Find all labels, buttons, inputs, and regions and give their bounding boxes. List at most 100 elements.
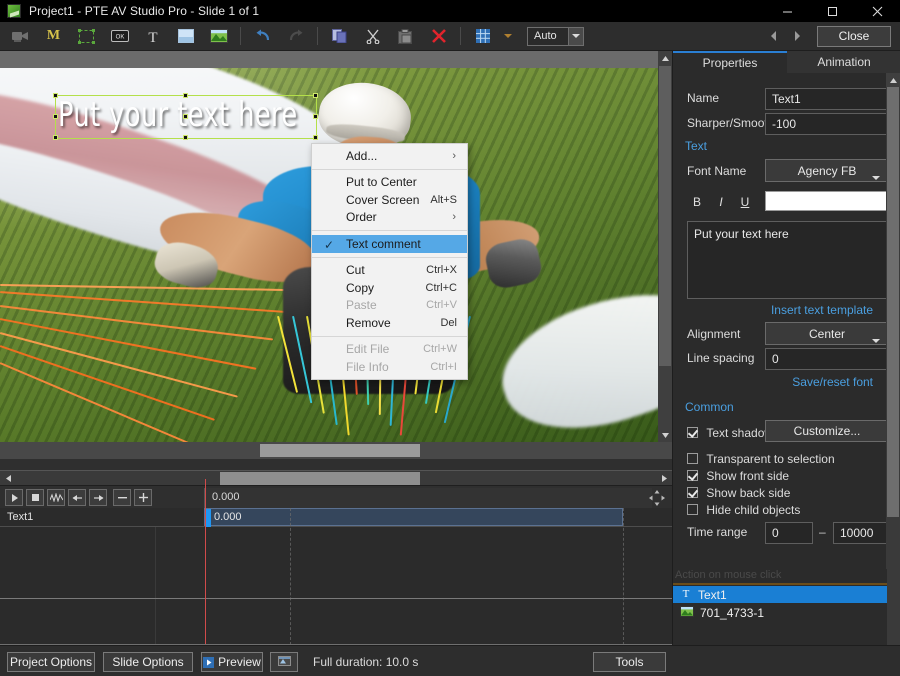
timeline-scroll-thumb[interactable] bbox=[220, 472, 420, 485]
transparent-to-selection-checkbox[interactable]: Transparent to selection bbox=[687, 451, 835, 466]
timeline-scrollbar[interactable] bbox=[0, 470, 672, 486]
menu-item-put-to-center[interactable]: Put to Center bbox=[312, 174, 467, 192]
play-icon[interactable] bbox=[5, 489, 23, 506]
resize-handle-w[interactable] bbox=[53, 114, 58, 119]
resize-handle-n[interactable] bbox=[183, 93, 188, 98]
menu-item-copy[interactable]: Copy Ctrl+C bbox=[312, 279, 467, 297]
properties-scroll-up-arrow[interactable] bbox=[886, 73, 900, 87]
save-reset-font-link[interactable]: Save/reset font bbox=[792, 375, 873, 389]
delete-x-icon[interactable] bbox=[422, 23, 455, 50]
canvas-horizontal-scrollbar[interactable] bbox=[0, 442, 672, 459]
tab-animation[interactable]: Animation bbox=[787, 51, 900, 73]
slide-options-button[interactable]: Slide Options bbox=[103, 652, 193, 672]
preview-button[interactable]: Preview bbox=[201, 652, 263, 672]
insert-text-template-link[interactable]: Insert text template bbox=[771, 303, 873, 317]
time-range-to-input[interactable]: 10000 bbox=[833, 522, 889, 544]
menu-item-order[interactable]: Order › bbox=[312, 209, 467, 227]
font-color-swatch[interactable] bbox=[765, 191, 889, 211]
properties-scrollbar[interactable] bbox=[886, 73, 900, 569]
resize-handle-se[interactable] bbox=[313, 135, 318, 140]
timeline-scroll-right-arrow[interactable] bbox=[658, 472, 670, 485]
timeline-track-row[interactable]: Text1 0.000 bbox=[0, 508, 672, 527]
timeline-resize-handle[interactable] bbox=[648, 489, 668, 507]
hide-child-objects-checkbox[interactable]: Hide child objects bbox=[687, 502, 800, 517]
image-object-icon bbox=[680, 605, 694, 620]
resize-handle-e[interactable] bbox=[313, 114, 318, 119]
resize-handle-sw[interactable] bbox=[53, 135, 58, 140]
minimize-button[interactable] bbox=[765, 0, 810, 22]
bold-button[interactable]: B bbox=[691, 195, 703, 209]
line-spacing-input[interactable]: 0 bbox=[765, 348, 889, 370]
project-options-button[interactable]: Project Options bbox=[7, 652, 95, 672]
next-keyframe-icon[interactable] bbox=[89, 489, 107, 506]
add-text-icon[interactable]: T bbox=[136, 23, 169, 50]
canvas-horizontal-thumb[interactable] bbox=[260, 444, 420, 457]
menu-item-cut[interactable]: Cut Ctrl+X bbox=[312, 262, 467, 280]
zoom-in-icon[interactable] bbox=[134, 489, 152, 506]
grid-dropdown-icon[interactable] bbox=[499, 23, 517, 50]
name-input[interactable]: Text1 bbox=[765, 88, 889, 110]
cut-scissors-icon[interactable] bbox=[356, 23, 389, 50]
canvas-vertical-scrollbar[interactable] bbox=[658, 51, 672, 442]
duplicate-icon[interactable] bbox=[323, 23, 356, 50]
menu-item-cover-screen[interactable]: Cover Screen Alt+S bbox=[312, 191, 467, 209]
text-content-textarea[interactable]: Put your text here bbox=[687, 221, 889, 299]
show-back-side-checkbox[interactable]: Show back side bbox=[687, 485, 790, 500]
maximize-button[interactable] bbox=[810, 0, 855, 22]
button-object-icon[interactable]: OK bbox=[103, 23, 136, 50]
alignment-combo[interactable]: Center bbox=[765, 322, 889, 345]
timeline-clip[interactable]: 0.000 bbox=[204, 508, 623, 527]
object-context-menu[interactable]: Add... › Put to Center Cover Screen Alt+S Ord… bbox=[311, 143, 468, 380]
mask-m-icon[interactable]: M bbox=[37, 23, 70, 50]
grid-icon[interactable] bbox=[466, 23, 499, 50]
text-shadow-checkbox[interactable]: Text shadow bbox=[687, 425, 773, 440]
resize-handle-ne[interactable] bbox=[313, 93, 318, 98]
add-rectangle-icon[interactable] bbox=[169, 23, 202, 50]
waveform-icon[interactable] bbox=[47, 489, 65, 506]
stop-icon[interactable] bbox=[26, 489, 44, 506]
timeline-section-divider bbox=[0, 598, 672, 599]
list-item-image[interactable]: 701_4733-1 bbox=[673, 604, 887, 621]
rotate-handle[interactable] bbox=[183, 114, 188, 119]
sharper-smoother-input[interactable]: -100 bbox=[765, 113, 889, 135]
resize-handle-s[interactable] bbox=[183, 135, 188, 140]
tab-properties[interactable]: Properties bbox=[673, 51, 787, 73]
tools-button[interactable]: Tools bbox=[593, 652, 666, 672]
fullscreen-preview-button[interactable] bbox=[270, 652, 298, 672]
mask-m-label: M bbox=[46, 28, 61, 43]
next-slide-button[interactable] bbox=[785, 24, 809, 48]
timeline-ruler[interactable]: 0.000 bbox=[204, 488, 652, 508]
close-editor-button[interactable]: Close bbox=[817, 25, 891, 47]
menu-item-text-comment[interactable]: ✓ Text comment bbox=[312, 235, 467, 253]
properties-scroll-thumb[interactable] bbox=[887, 87, 899, 517]
font-name-combo[interactable]: Agency FB bbox=[765, 159, 889, 182]
canvas-scroll-up-arrow[interactable] bbox=[658, 51, 672, 65]
zoom-level-combo[interactable]: Auto bbox=[527, 26, 584, 46]
customize-shadow-button[interactable]: Customize... bbox=[765, 420, 889, 442]
menu-item-remove[interactable]: Remove Del bbox=[312, 314, 467, 332]
canvas-vertical-thumb[interactable] bbox=[659, 66, 671, 366]
undo-icon[interactable] bbox=[246, 23, 279, 50]
resize-handle-nw[interactable] bbox=[53, 93, 58, 98]
zoom-dropdown-arrow[interactable] bbox=[568, 27, 583, 45]
show-front-side-checkbox[interactable]: Show front side bbox=[687, 468, 789, 483]
italic-button[interactable]: I bbox=[715, 195, 727, 209]
redo-icon[interactable] bbox=[279, 23, 312, 50]
timeline-scroll-left-arrow[interactable] bbox=[2, 472, 14, 485]
add-image-icon[interactable] bbox=[202, 23, 235, 50]
time-range-from-input[interactable]: 0 bbox=[765, 522, 813, 544]
timeline-playhead[interactable] bbox=[205, 479, 206, 644]
zoom-out-icon[interactable] bbox=[113, 489, 131, 506]
crop-frame-icon[interactable] bbox=[70, 23, 103, 50]
close-button[interactable] bbox=[855, 0, 900, 22]
paste-icon[interactable] bbox=[389, 23, 422, 50]
bottom-bar: Project Options Slide Options Preview Fu… bbox=[0, 645, 900, 676]
prev-slide-button[interactable] bbox=[761, 24, 785, 48]
video-camera-icon[interactable] bbox=[4, 23, 37, 50]
list-item-text1[interactable]: T Text1 bbox=[673, 586, 887, 603]
canvas-scroll-down-arrow[interactable] bbox=[658, 428, 672, 442]
menu-item-add[interactable]: Add... › bbox=[312, 147, 467, 165]
prev-keyframe-icon[interactable] bbox=[68, 489, 86, 506]
text-object-on-slide[interactable]: Put your text here bbox=[53, 93, 318, 140]
underline-button[interactable]: U bbox=[739, 195, 751, 209]
